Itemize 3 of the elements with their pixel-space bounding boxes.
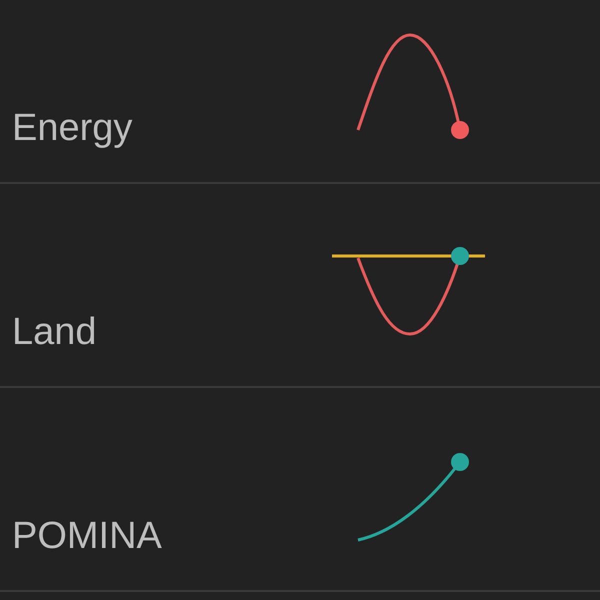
row-name: Land xyxy=(11,310,98,356)
row-name: POMINA xyxy=(11,514,163,560)
row-name: Energy xyxy=(11,106,134,152)
